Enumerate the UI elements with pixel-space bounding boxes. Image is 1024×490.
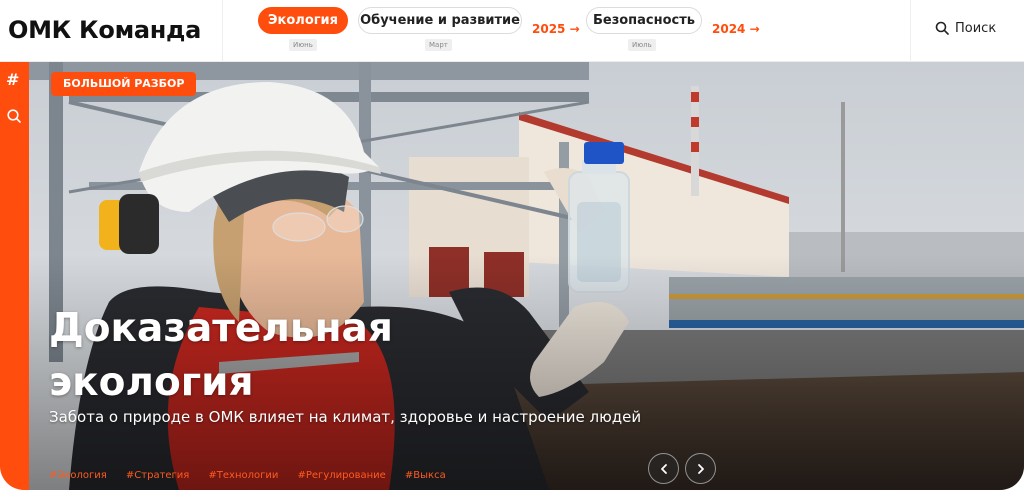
nav-item-safety[interactable]: Безопасность Июль (586, 7, 704, 51)
search-button[interactable]: Поиск (910, 0, 1024, 62)
next-slide-button[interactable] (685, 453, 716, 484)
header-divider (222, 0, 223, 62)
rail-search-icon[interactable] (6, 108, 22, 124)
nav-date-ecology: Июнь (289, 39, 317, 51)
page: ОМК Команда Экология Июнь Обучение и раз… (0, 0, 1024, 490)
year-link-2025[interactable]: 2025 → (532, 22, 580, 36)
site-header: ОМК Команда Экология Июнь Обучение и раз… (0, 0, 1024, 62)
hero-subtitle: Забота о природе в ОМК влияет на климат,… (49, 408, 642, 426)
side-rail: # (0, 62, 29, 490)
chevron-left-icon (660, 464, 667, 474)
nav-pill-training[interactable]: Обучение и развитие (358, 7, 522, 34)
nav-date-safety: Июль (628, 39, 656, 51)
hero-title-line2: экология (49, 360, 254, 405)
hero-banner[interactable]: БОЛЬШОЙ РАЗБОР Доказательная экология За… (29, 62, 1024, 490)
nav-pill-safety[interactable]: Безопасность (586, 7, 702, 34)
hero-title-line1: Доказательная (49, 306, 393, 351)
chevron-right-icon (697, 464, 704, 474)
search-label: Поиск (955, 21, 997, 36)
nav-item-ecology[interactable]: Экология Июнь (258, 7, 350, 51)
hero-title[interactable]: Доказательная экология (49, 302, 749, 410)
hashtag-icon[interactable]: # (6, 70, 19, 89)
search-icon (935, 21, 949, 35)
nav-item-training[interactable]: Обучение и развитие Март (358, 7, 524, 51)
nav-pill-ecology[interactable]: Экология (258, 7, 348, 34)
site-logo[interactable]: ОМК Команда (8, 12, 201, 48)
category-badge[interactable]: БОЛЬШОЙ РАЗБОР (51, 72, 197, 96)
tag-ecology[interactable]: #Экология (49, 470, 107, 481)
tag-strategy[interactable]: #Стратегия (126, 470, 189, 481)
tag-vyksa[interactable]: #Выкса (405, 470, 446, 481)
tag-technology[interactable]: #Технологии (208, 470, 278, 481)
hero-tags: #Экология #Стратегия #Технологии #Регули… (49, 463, 460, 482)
prev-slide-button[interactable] (648, 453, 679, 484)
year-link-2024[interactable]: 2024 → (712, 22, 760, 36)
tag-regulation[interactable]: #Регулирование (298, 470, 386, 481)
nav-date-training: Март (425, 39, 452, 51)
